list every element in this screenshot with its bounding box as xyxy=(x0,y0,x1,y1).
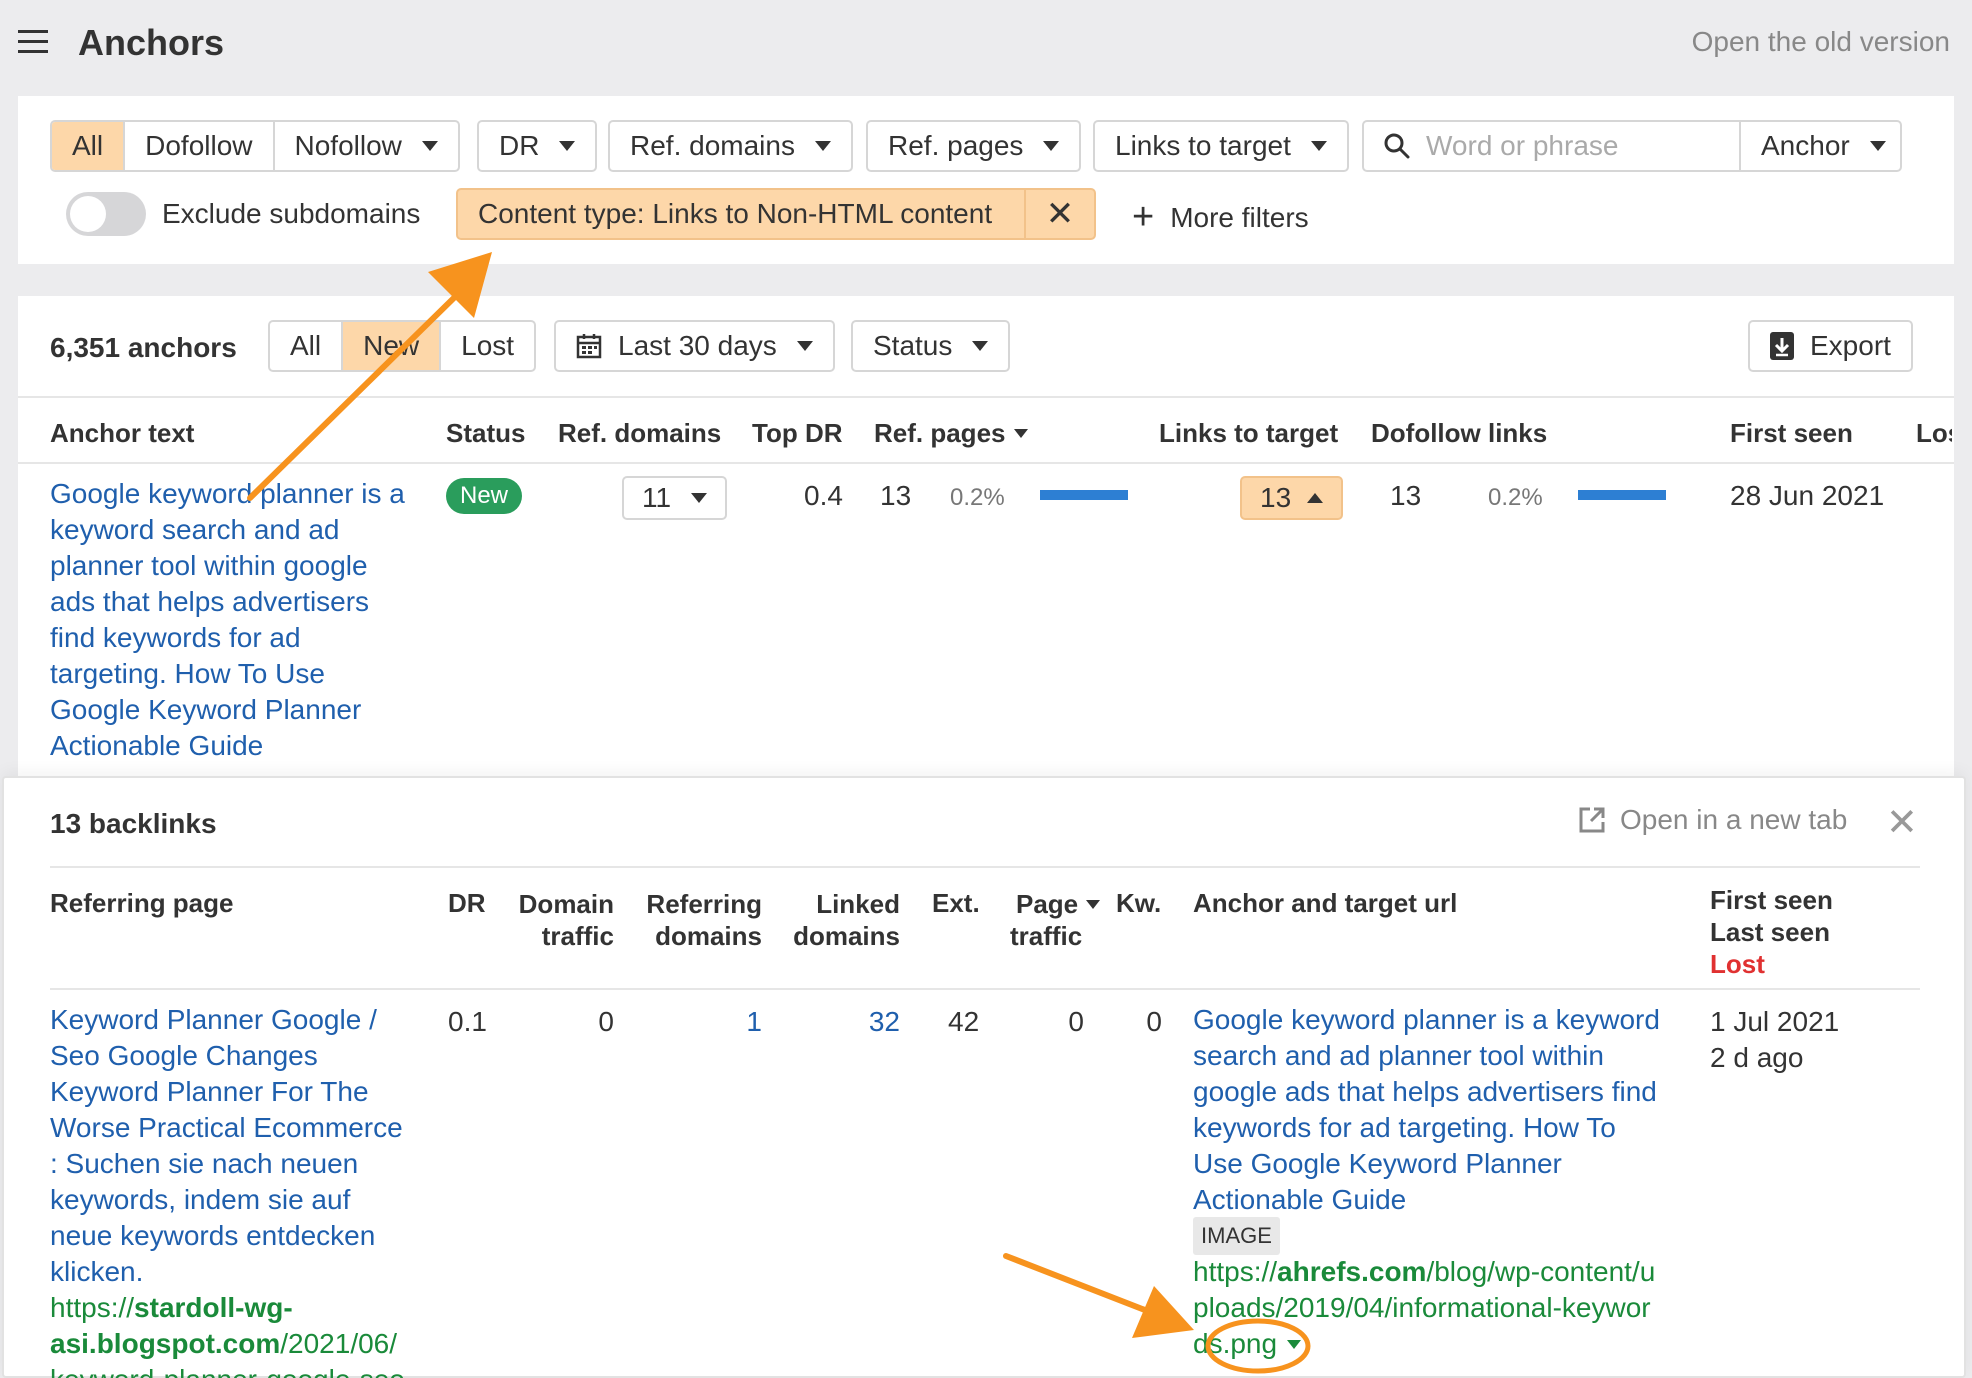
annotation-arrow-top xyxy=(247,252,492,501)
annotation-arrow-bottom xyxy=(1003,1253,1194,1338)
annotation-highlight-circle xyxy=(1205,1318,1311,1374)
annotation-overlay xyxy=(247,252,1311,1374)
